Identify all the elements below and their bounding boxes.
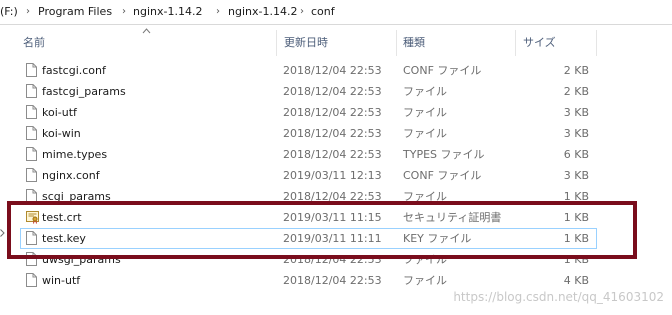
file-type: ファイル — [403, 190, 447, 203]
file-name: nginx.conf — [42, 169, 100, 182]
file-row[interactable]: scgi_params 2018/12/04 22:53 ファイル 1 KB — [20, 186, 597, 207]
column-header-type[interactable]: 種類 — [403, 34, 425, 52]
file-type: KEY ファイル — [403, 232, 472, 245]
breadcrumb-separator-icon[interactable]: › — [118, 3, 130, 21]
file-row-selected[interactable]: test.key 2019/03/11 11:11 KEY ファイル 1 KB — [20, 228, 597, 249]
tree-expand-icon[interactable] — [0, 227, 5, 237]
file-type: ファイル — [403, 106, 447, 119]
file-row[interactable]: koi-utf 2018/12/04 22:53 ファイル 3 KB — [20, 102, 597, 123]
file-date: 2018/12/04 22:53 — [283, 127, 382, 140]
column-header: 名前 更新日時 種類 サイズ — [0, 27, 672, 57]
file-icon — [26, 105, 37, 119]
file-type: TYPES ファイル — [403, 148, 485, 161]
breadcrumb-program-files[interactable]: Program Files — [38, 3, 112, 21]
file-size: 3 KB — [563, 169, 589, 182]
file-name: scgi_params — [42, 190, 111, 203]
file-row[interactable]: uwsgi_params 2018/12/04 22:53 ファイル 1 KB — [20, 249, 597, 270]
breadcrumb-separator-icon[interactable]: › — [212, 3, 224, 21]
file-date: 2019/03/11 11:11 — [283, 232, 382, 245]
file-type: ファイル — [403, 253, 447, 266]
file-name: uwsgi_params — [42, 253, 121, 266]
file-type: ファイル — [403, 85, 447, 98]
breadcrumb-separator-icon[interactable]: › — [296, 3, 308, 21]
file-row[interactable]: mime.types 2018/12/04 22:53 TYPES ファイル 6… — [20, 144, 597, 165]
file-name: koi-win — [42, 127, 81, 140]
file-date: 2018/12/04 22:53 — [283, 274, 382, 287]
file-name: koi-utf — [42, 106, 77, 119]
breadcrumb-nginx-inner[interactable]: nginx-1.14.2 — [228, 3, 297, 21]
file-icon — [26, 252, 37, 266]
file-row[interactable]: fastcgi.conf 2018/12/04 22:53 CONF ファイル … — [20, 60, 597, 81]
file-type: ファイル — [403, 274, 447, 287]
column-header-size[interactable]: サイズ — [523, 34, 556, 52]
column-divider[interactable] — [515, 30, 516, 56]
file-name: fastcgi.conf — [42, 64, 106, 77]
file-row[interactable]: nginx.conf 2019/03/11 12:13 CONF ファイル 3 … — [20, 165, 597, 186]
file-type: セキュリティ証明書 — [403, 211, 502, 224]
file-icon — [26, 126, 37, 140]
file-size: 2 KB — [563, 85, 589, 98]
file-date: 2019/03/11 12:13 — [283, 169, 382, 182]
file-row[interactable]: fastcgi_params 2018/12/04 22:53 ファイル 2 K… — [20, 81, 597, 102]
breadcrumb-conf[interactable]: conf — [311, 3, 335, 21]
file-date: 2018/12/04 22:53 — [283, 106, 382, 119]
file-name: fastcgi_params — [42, 85, 126, 98]
file-icon — [26, 63, 37, 77]
file-name: win-utf — [42, 274, 81, 287]
file-row[interactable]: test.crt 2019/03/11 11:15 セキュリティ証明書 1 KB — [20, 207, 597, 228]
breadcrumb-separator-icon[interactable]: › — [22, 3, 34, 21]
file-row[interactable]: koi-win 2018/12/04 22:53 ファイル 3 KB — [20, 123, 597, 144]
file-icon — [26, 147, 37, 161]
file-size: 3 KB — [563, 106, 589, 119]
file-date: 2018/12/04 22:53 — [283, 64, 382, 77]
file-size: 1 KB — [563, 232, 589, 245]
file-icon — [26, 273, 37, 287]
file-type: CONF ファイル — [403, 64, 482, 77]
breadcrumb-drive[interactable]: (F:) — [0, 3, 18, 21]
file-size: 2 KB — [563, 64, 589, 77]
watermark-text: https://blog.csdn.net/qq_41603102 — [453, 290, 664, 304]
file-date: 2018/12/04 22:53 — [283, 190, 382, 203]
file-name: mime.types — [42, 148, 108, 161]
certificate-icon — [26, 210, 39, 224]
column-divider[interactable] — [596, 30, 597, 56]
file-icon — [26, 189, 37, 203]
file-icon — [26, 168, 37, 182]
column-divider[interactable] — [396, 30, 397, 56]
column-header-date[interactable]: 更新日時 — [284, 34, 328, 52]
file-size: 6 KB — [563, 148, 589, 161]
file-name: test.key — [42, 232, 86, 245]
file-icon — [26, 231, 37, 245]
file-date: 2019/03/11 11:15 — [283, 211, 382, 224]
file-type: CONF ファイル — [403, 169, 482, 182]
file-size: 3 KB — [563, 127, 589, 140]
file-size: 1 KB — [563, 253, 589, 266]
column-divider[interactable] — [276, 30, 277, 56]
file-date: 2018/12/04 22:53 — [283, 85, 382, 98]
column-header-name[interactable]: 名前 — [23, 34, 45, 52]
file-date: 2018/12/04 22:53 — [283, 148, 382, 161]
breadcrumb-nginx-outer[interactable]: nginx-1.14.2 — [133, 3, 202, 21]
file-date: 2018/12/04 22:53 — [283, 253, 382, 266]
file-icon — [26, 84, 37, 98]
sort-ascending-icon — [142, 27, 151, 37]
file-name: test.crt — [42, 211, 82, 224]
file-type: ファイル — [403, 127, 447, 140]
file-size: 1 KB — [563, 190, 589, 203]
file-size: 1 KB — [563, 211, 589, 224]
address-bar[interactable]: (F:) › Program Files › nginx-1.14.2 › ng… — [0, 0, 672, 25]
